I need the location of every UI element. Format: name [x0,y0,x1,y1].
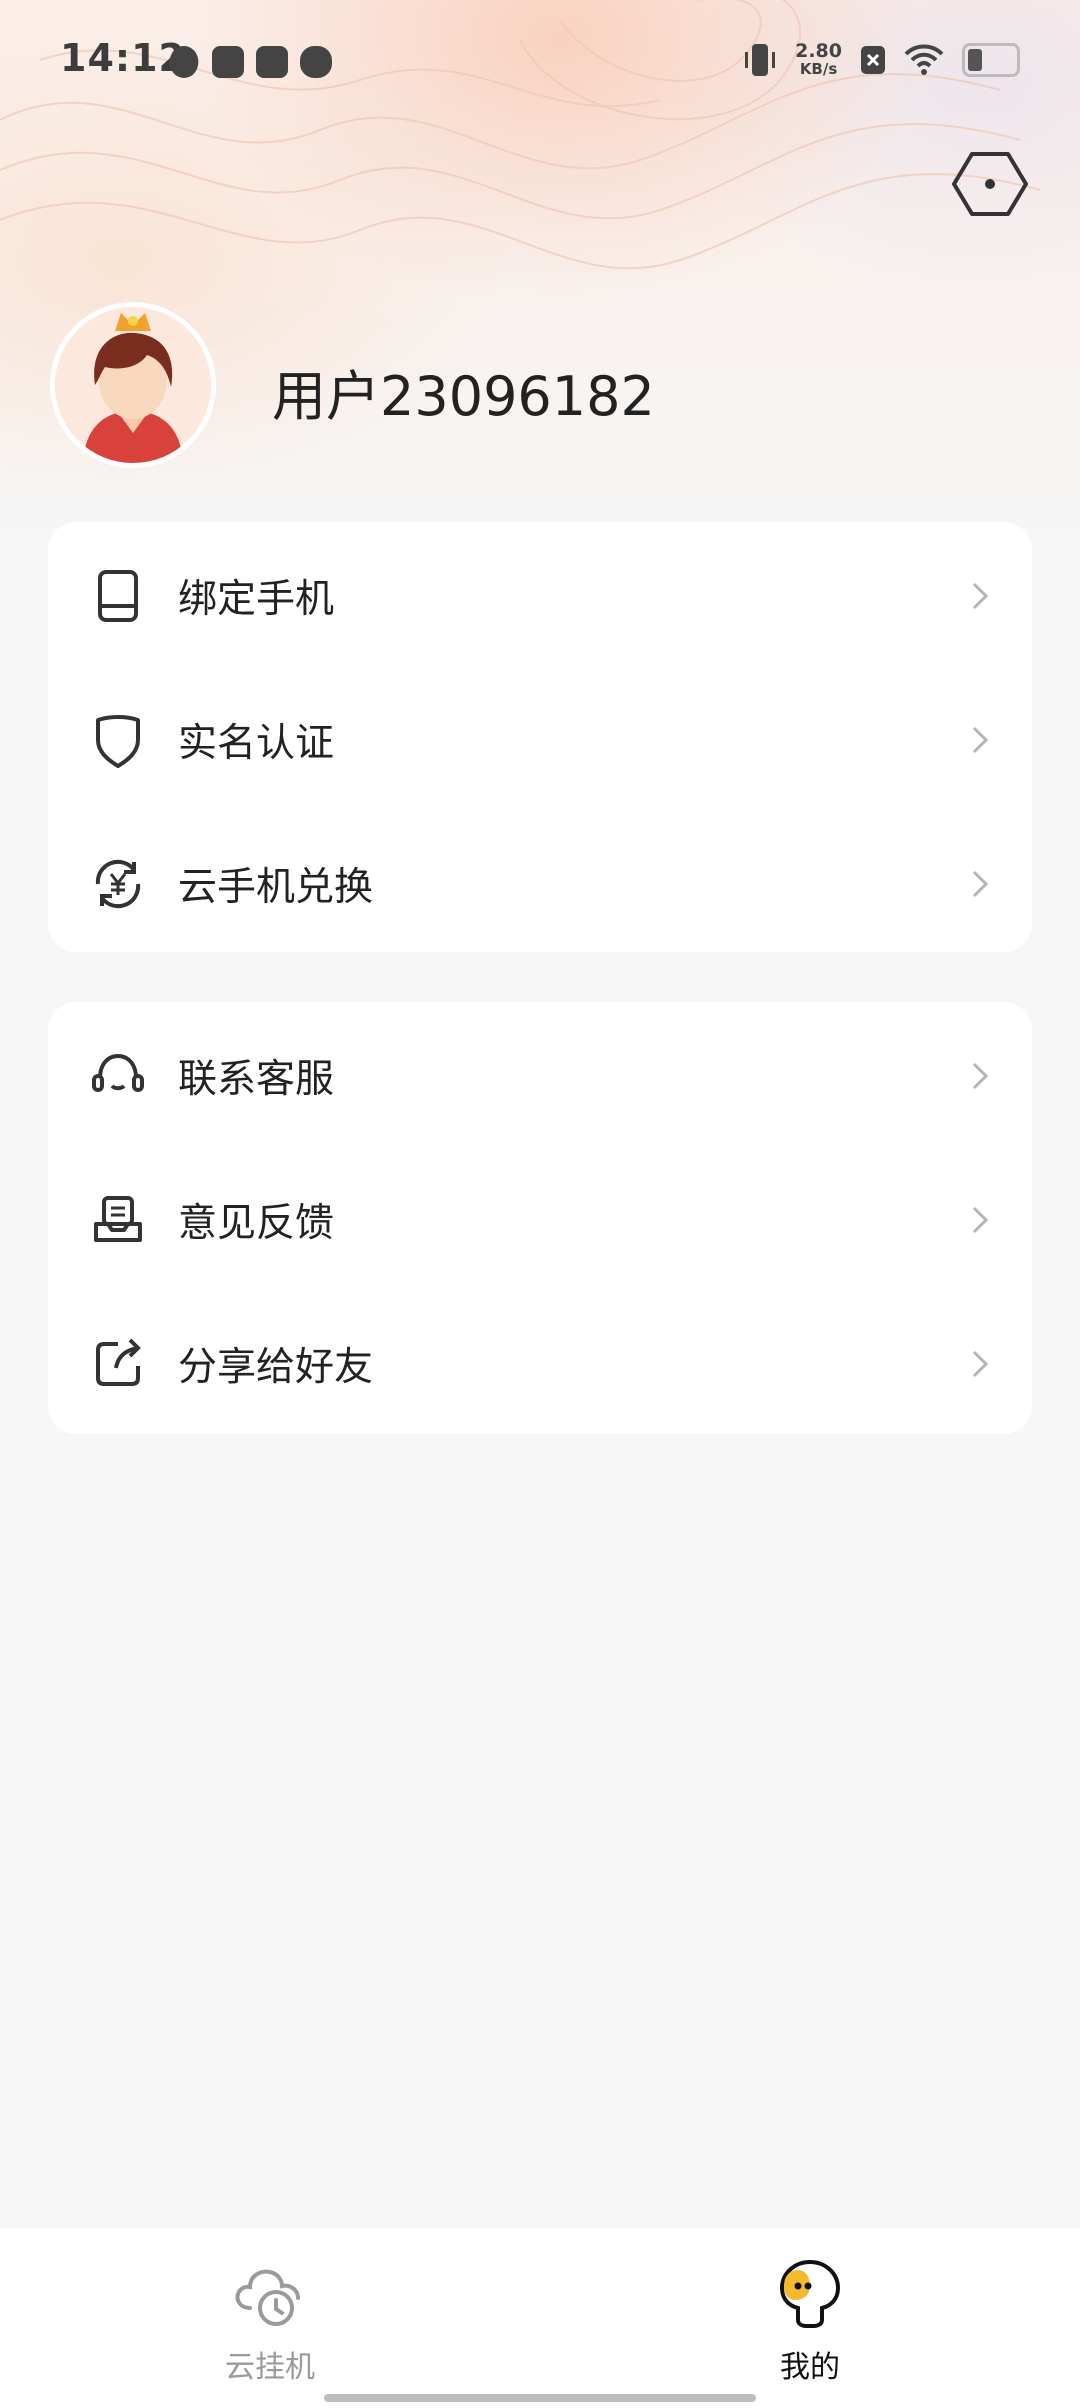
menu-item-cloud-exchange[interactable]: 云手机兑换 [48,812,1032,956]
vibrate-icon [745,44,776,76]
menu-item-label: 联系客服 [178,1057,335,1102]
tab-label: 我的 [780,2350,840,2385]
status-bar: 14:12 2.80 KB/s [0,0,1080,126]
chevron-right-icon [972,1350,989,1378]
shield-icon [96,715,140,768]
chevron-right-icon [972,726,989,754]
bottom-tab-bar: 云挂机 我的 [0,2228,1080,2408]
cloud-clock-icon [235,2269,300,2326]
chevron-right-icon [972,582,989,610]
support-menu-card: 联系客服 意见反馈 分享给好友 [48,1002,1032,1434]
app-notification-icon [169,46,199,78]
battery-icon [962,43,1020,77]
mail-icon [212,46,244,78]
home-indicator[interactable] [324,2394,756,2402]
cat-icon [300,46,332,78]
menu-item-real-name[interactable]: 实名认证 [48,668,1032,812]
chevron-right-icon [972,1206,989,1234]
notification-icons [168,46,332,78]
menu-item-label: 意见反馈 [178,1201,335,1246]
feedback-icon [94,1196,142,1242]
avatar[interactable] [50,302,216,468]
calendar-icon [256,46,288,78]
headset-icon [92,1053,144,1092]
menu-item-feedback[interactable]: 意见反馈 [48,1148,1032,1292]
wifi-icon [904,44,944,75]
net-speed-unit: KB/s [799,60,838,78]
menu-item-bind-phone[interactable]: 绑定手机 [48,524,1032,668]
menu-item-label: 云手机兑换 [178,865,374,910]
tab-label: 云挂机 [225,2350,315,2385]
hexagon-settings-icon[interactable] [950,144,1030,224]
status-right-icons: 2.80 KB/s [743,42,1020,78]
sim-off-icon [861,46,885,74]
net-speed-value: 2.80 [795,40,842,62]
exchange-yuan-icon [95,859,141,909]
tab-mine[interactable]: 我的 [710,2256,910,2386]
menu-item-label: 实名认证 [178,721,335,766]
mascot-icon [779,2259,841,2328]
menu-item-label: 绑定手机 [178,577,335,622]
menu-item-label: 分享给好友 [178,1345,374,1390]
tab-cloud-hangup[interactable]: 云挂机 [170,2256,370,2386]
share-icon [96,1338,141,1386]
chevron-right-icon [972,1062,989,1090]
chevron-right-icon [972,870,989,898]
username: 用户23096182 [272,365,655,428]
net-speed: 2.80 KB/s [795,40,842,79]
phone-bind-icon [98,570,138,622]
menu-item-share[interactable]: 分享给好友 [48,1292,1032,1436]
avatar-image [55,307,211,463]
account-menu-card: 绑定手机 实名认证 云手机兑换 [48,522,1032,952]
menu-item-customer-service[interactable]: 联系客服 [48,1004,1032,1148]
